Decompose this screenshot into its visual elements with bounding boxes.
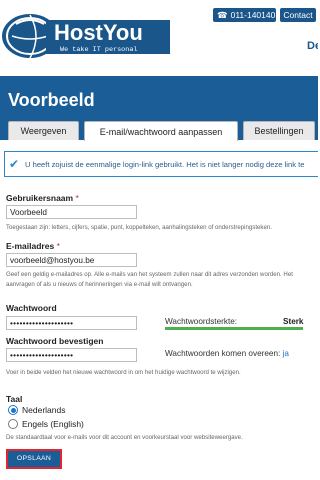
password-strength-label: Wachtwoordsterkte: [165,317,238,326]
password-strength-bar [165,327,303,330]
phone-number: 011-140140 [230,10,276,20]
hostyou-logo[interactable]: HostYou We take IT personal [2,6,172,66]
email-help-line-1: Geef een geldig e-mailadres op. Alle e-m… [6,271,293,278]
save-button[interactable]: OPSLAAN [6,449,62,469]
username-input[interactable]: Voorbeeld [6,205,137,219]
radio-unselected-icon[interactable] [8,419,18,429]
radio-selected-icon[interactable] [8,405,18,415]
language-label: Taal [6,394,23,404]
username-label: Gebruikersnaam * [6,193,79,203]
phone-icon: ☎ [217,10,228,20]
password-confirm-input[interactable]: •••••••••••••••••••• [6,348,137,362]
required-marker: * [56,241,60,251]
password-strength-value: Sterk [283,317,304,326]
password-label: Wachtwoord [6,303,57,313]
password-confirm-label: Wachtwoord bevestigen [6,336,104,346]
email-input[interactable]: voorbeeld@hostyou.be [6,253,137,267]
language-option-nederlands[interactable]: Nederlands [8,405,65,415]
tab-bestellingen[interactable]: Bestellingen [243,121,315,140]
logo-text: HostYou [54,20,143,45]
email-help-line-2: aanvragen of als u nieuws of herinnering… [6,281,193,288]
phone-button[interactable]: ☎ 011-140140 [213,8,276,22]
password-help: Voer in beide velden het nieuwe wachtwoo… [6,369,241,376]
tab-weergeven[interactable]: Weergeven [8,121,79,140]
page-title: Voorbeeld [8,90,95,110]
password-match-status: Wachtwoorden komen overeen: ja [165,349,289,358]
status-message-text: U heeft zojuist de eenmalige login-link … [25,159,305,169]
required-marker: * [75,193,79,203]
contact-button[interactable]: Contact [280,8,316,22]
email-label: E-mailadres * [6,241,60,251]
password-input[interactable]: •••••••••••••••••••• [6,316,137,330]
tab-email-password[interactable]: E-mail/wachtwoord aanpassen [84,121,238,141]
username-help: Toegestaan zijn: letters, cijfers, spati… [6,224,272,231]
site-header: HostYou We take IT personal ☎ 011-140140… [0,0,318,70]
status-message: ✔ U heeft zojuist de eenmalige login-lin… [4,151,318,177]
logo-tagline: We take IT personal [60,46,138,54]
nav-item-truncated[interactable]: De [307,40,318,52]
check-icon: ✔ [9,157,20,171]
language-help: De standaardtaal voor e-mails voor dit a… [6,434,243,441]
language-option-engels[interactable]: Engels (English) [8,419,84,429]
password-match-value: ja [282,349,289,358]
